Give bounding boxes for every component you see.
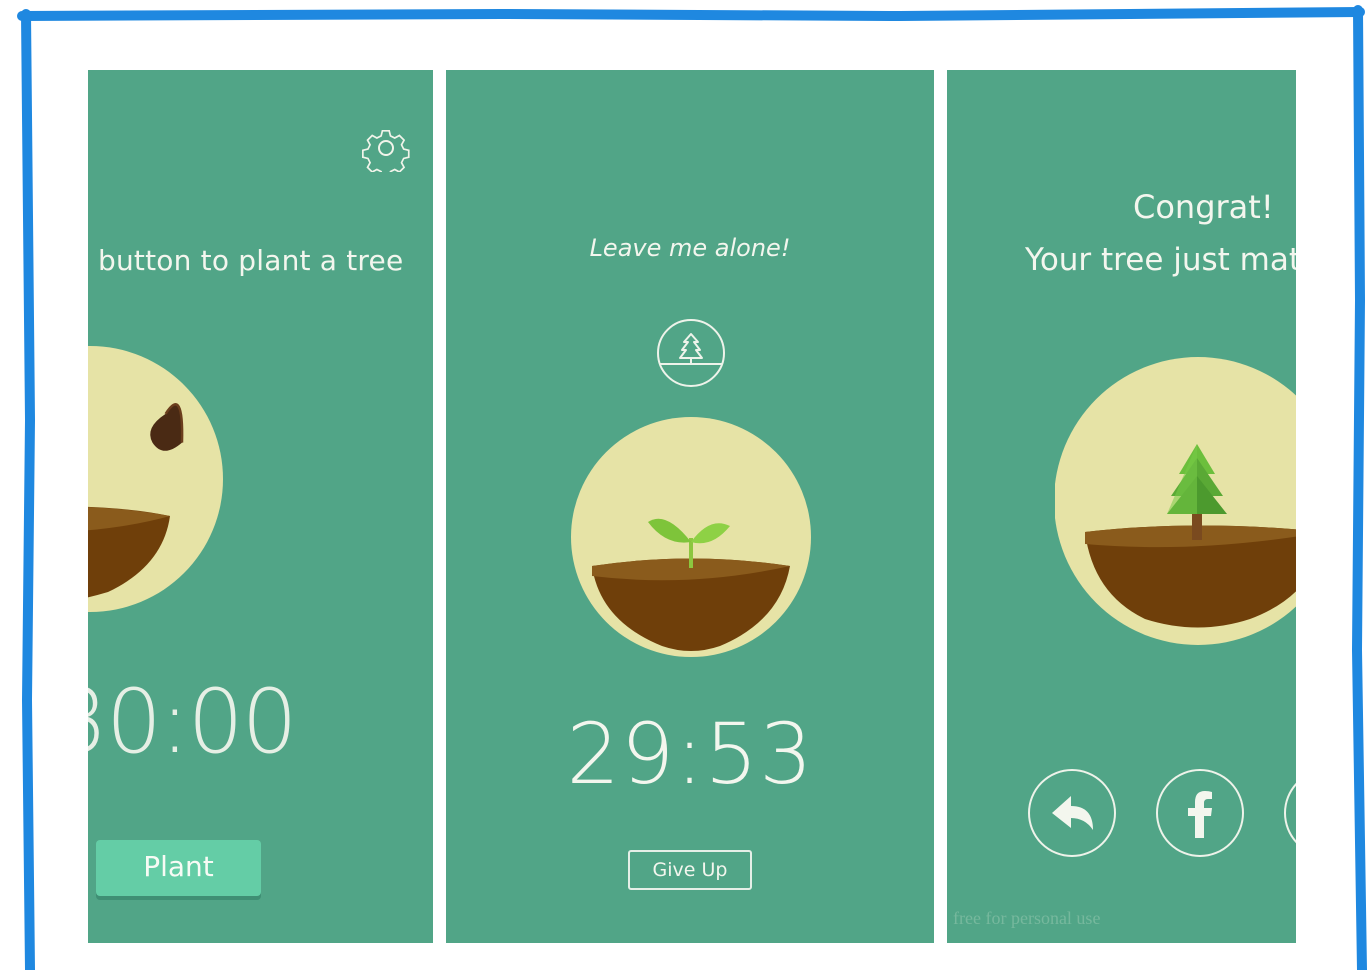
timer-display: 30:00 xyxy=(88,670,298,773)
congrat-heading: Congrat! xyxy=(1133,188,1274,226)
plant-button[interactable]: Plant xyxy=(96,840,261,896)
timer-display: 29:53 xyxy=(566,705,814,803)
screen-complete: Congrat! Your tree just mat free for per… xyxy=(947,70,1296,943)
tree-globe xyxy=(1055,357,1296,645)
status-title: Leave me alone! xyxy=(589,234,791,262)
watermark-text: free for personal use xyxy=(953,908,1101,928)
share-more-icon[interactable] xyxy=(1283,768,1296,858)
give-up-button[interactable]: Give Up xyxy=(628,850,752,890)
seed-globe xyxy=(88,346,223,612)
sprout-globe xyxy=(571,417,811,657)
facebook-icon[interactable] xyxy=(1155,768,1245,858)
instruction-text: button to plant a tree xyxy=(98,244,404,277)
share-arrow-icon[interactable] xyxy=(1027,768,1117,858)
screen-start: button to plant a tree 30:00 Plant xyxy=(88,70,433,943)
tree-badge-icon xyxy=(657,319,725,387)
result-message: Your tree just mat xyxy=(1025,242,1296,278)
gear-icon[interactable] xyxy=(362,124,410,172)
screen-growing: Leave me alone! 29:53 Give Up xyxy=(446,70,934,943)
